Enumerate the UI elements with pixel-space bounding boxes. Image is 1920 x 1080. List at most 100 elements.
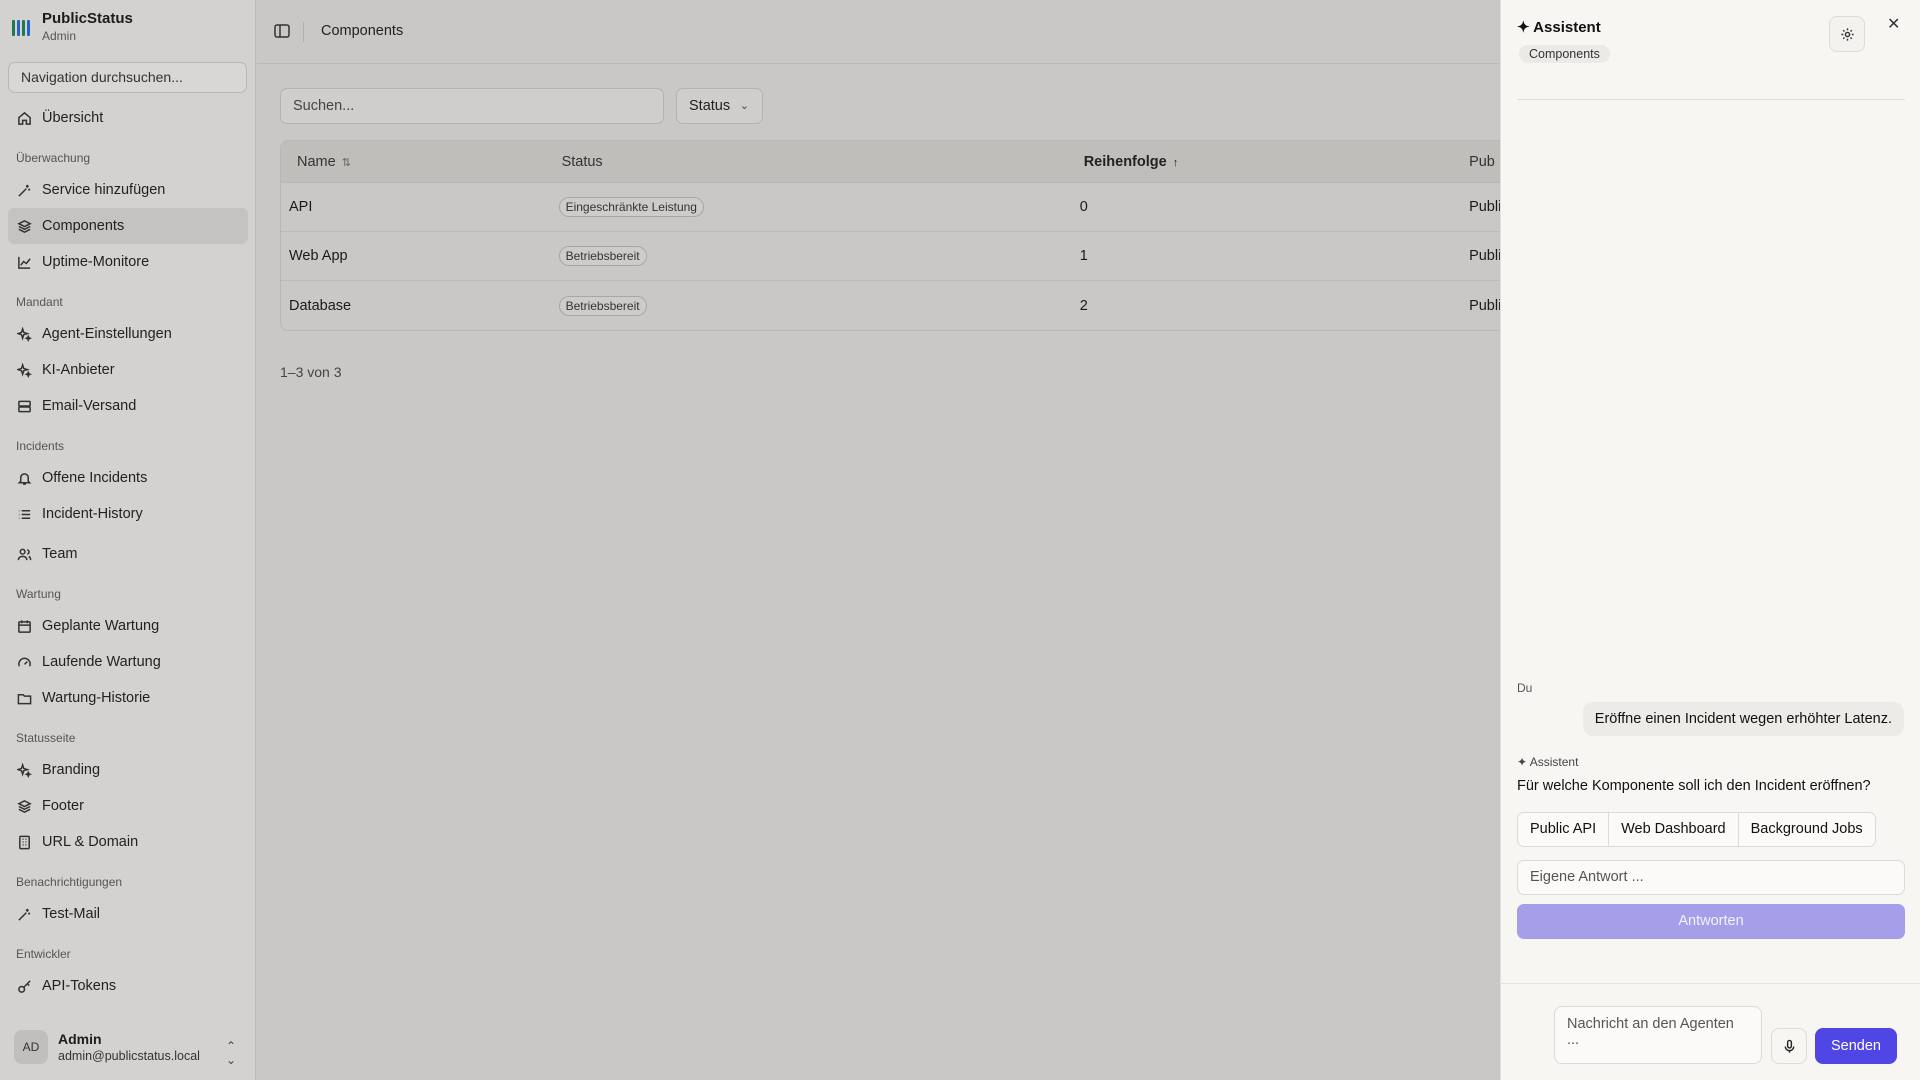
chevron-down-icon: ⌄: [739, 100, 749, 112]
option-web-dashboard[interactable]: Web Dashboard: [1609, 813, 1739, 846]
users-icon: [16, 546, 32, 562]
nav-group-statuspage: Statusseite: [16, 731, 76, 745]
sidebar-item-overview[interactable]: Übersicht: [8, 100, 248, 136]
sidebar-nav: Übersicht Überwachung Service hinzufügen…: [8, 100, 248, 1004]
sidebar-item-label: KI-Anbieter: [42, 362, 115, 378]
column-header-status: Status: [561, 153, 603, 170]
user-message-bubble: Eröffne einen Incident wegen erhöhter La…: [1582, 702, 1904, 736]
assistant-panel: ✦ Assistent Components ✕ Du Eröffne eine…: [1500, 0, 1920, 1080]
user-name: Admin: [58, 1030, 102, 1047]
gauge-icon: [16, 654, 32, 670]
building-icon: [16, 834, 32, 850]
layers-icon: [16, 218, 32, 234]
breadcrumb: Components: [321, 23, 404, 39]
status-badge: Eingeschränkte Leistung: [558, 197, 704, 217]
sidebar-item-team[interactable]: Team: [8, 536, 248, 572]
cell-name: Web App: [289, 248, 348, 264]
brand-name: PublicStatus: [42, 10, 133, 27]
user-label: Du: [1517, 681, 1533, 695]
option-background-jobs[interactable]: Background Jobs: [1739, 813, 1875, 846]
nav-group-maintenance: Wartung: [16, 587, 61, 601]
layers-icon: [16, 798, 32, 814]
status-filter-button[interactable]: Status ⌄: [676, 88, 763, 124]
sidebar-item-label: Email-Versand: [42, 398, 137, 414]
sidebar-item-label: Übersicht: [42, 110, 104, 126]
sidebar-item-test-mail[interactable]: Test-Mail: [8, 896, 248, 932]
status-badge: Betriebsbereit: [558, 295, 647, 316]
status-filter-label: Status: [689, 98, 731, 114]
sidebar-item-api-tokens[interactable]: API-Tokens: [8, 968, 248, 1004]
sort-icon: ⇅: [341, 156, 351, 169]
microphone-icon: [1784, 1039, 1794, 1053]
sparkles-icon: [16, 762, 32, 778]
magic-wand-icon: [16, 182, 32, 198]
table-row[interactable]: Database Betriebsbereit 2 Public: [281, 281, 1509, 330]
settings-button[interactable]: [1829, 16, 1865, 52]
sidebar-item-branding[interactable]: Branding: [8, 752, 248, 788]
bell-icon: [16, 470, 32, 486]
close-icon[interactable]: ✕: [1887, 14, 1900, 34]
assistant-label: ✦ Assistent: [1517, 755, 1579, 769]
sidebar-item-label: Components: [42, 218, 125, 234]
brand-subtitle: Admin: [42, 29, 77, 43]
topbar: Components: [257, 0, 1500, 64]
cell-order: 0: [1079, 199, 1088, 215]
table-header: Name ⇅ Status Reihenfolge ↑ Pub: [281, 141, 1509, 183]
table-row[interactable]: Web App Betriebsbereit 1 Public: [281, 232, 1509, 281]
sidebar-item-open-incidents[interactable]: Offene Incidents: [8, 460, 248, 496]
gear-icon: [1840, 27, 1854, 41]
sidebar-item-running-maintenance[interactable]: Laufende Wartung: [8, 644, 248, 680]
brand-logo-icon: [12, 18, 32, 36]
column-header-order[interactable]: Reihenfolge ↑: [1080, 154, 1469, 170]
nav-group-incidents: Incidents: [16, 439, 65, 453]
answer-options: Public API Web Dashboard Background Jobs: [1517, 812, 1876, 847]
sidebar-item-email[interactable]: Email-Versand: [8, 388, 248, 424]
sidebar-item-footer[interactable]: Footer: [8, 788, 248, 824]
key-icon: [16, 978, 32, 994]
sidebar-item-add-service[interactable]: Service hinzufügen: [8, 172, 248, 208]
sidebar-item-maintenance-history[interactable]: Wartung-Historie: [8, 680, 248, 716]
calendar-icon: [16, 618, 32, 634]
search-input[interactable]: Suchen...: [280, 88, 664, 124]
sidebar-toggle-icon[interactable]: [273, 22, 291, 40]
sidebar-item-uptime[interactable]: Uptime-Monitore: [8, 244, 248, 280]
nav-search-input[interactable]: Navigation durchsuchen...: [8, 62, 247, 93]
brand[interactable]: PublicStatus Admin: [12, 10, 133, 44]
cell-order: 2: [1079, 297, 1088, 314]
microphone-button[interactable]: [1771, 1028, 1807, 1064]
cell-name: API: [289, 199, 313, 215]
sidebar-item-label: Branding: [42, 762, 101, 778]
sidebar-item-ai-provider[interactable]: KI-Anbieter: [8, 352, 248, 388]
avatar: AD: [14, 1030, 48, 1064]
sidebar-item-label: Wartung-Historie: [42, 690, 151, 706]
sidebar-item-components[interactable]: Components: [8, 208, 248, 244]
send-button[interactable]: Senden: [1815, 1028, 1897, 1064]
table-row[interactable]: API Eingeschränkte Leistung 0 Public: [281, 183, 1509, 232]
option-public-api[interactable]: Public API: [1518, 813, 1610, 846]
pagination-summary: 1–3 von 3: [280, 364, 342, 380]
message-input[interactable]: Nachricht an den Agenten ...: [1554, 1006, 1762, 1064]
cell-name: Database: [289, 297, 352, 314]
answer-button[interactable]: Antworten: [1517, 904, 1905, 939]
nav-group-monitoring: Überwachung: [16, 151, 91, 165]
sidebar-item-planned-maintenance[interactable]: Geplante Wartung: [8, 608, 248, 644]
list-icon: [16, 506, 32, 522]
sidebar-item-label: Offene Incidents: [42, 470, 148, 486]
user-menu[interactable]: AD Admin admin@publicstatus.local ⌃ ⌄: [14, 1030, 244, 1067]
sidebar-item-label: Laufende Wartung: [42, 654, 161, 670]
sidebar-item-label: Geplante Wartung: [42, 618, 160, 634]
column-header-name[interactable]: Name ⇅: [281, 154, 558, 170]
sidebar-item-url-domain[interactable]: URL & Domain: [8, 824, 248, 860]
sidebar-item-label: Uptime-Monitore: [42, 254, 150, 270]
nav-group-notifications: Benachrichtigungen: [16, 875, 123, 889]
user-email: admin@publicstatus.local: [58, 1048, 200, 1063]
nav-group-developer: Entwickler: [16, 947, 71, 961]
sidebar-item-label: Service hinzufügen: [42, 182, 166, 198]
sidebar-item-label: API-Tokens: [42, 978, 117, 994]
sidebar-item-agent-settings[interactable]: Agent-Einstellungen: [8, 316, 248, 352]
sidebar-item-label: Team: [42, 546, 78, 562]
sparkles-icon: [16, 362, 32, 378]
own-answer-input[interactable]: Eigene Antwort ...: [1517, 860, 1905, 895]
cell-order: 1: [1079, 248, 1088, 264]
sidebar-item-incident-history[interactable]: Incident-History: [8, 496, 248, 532]
